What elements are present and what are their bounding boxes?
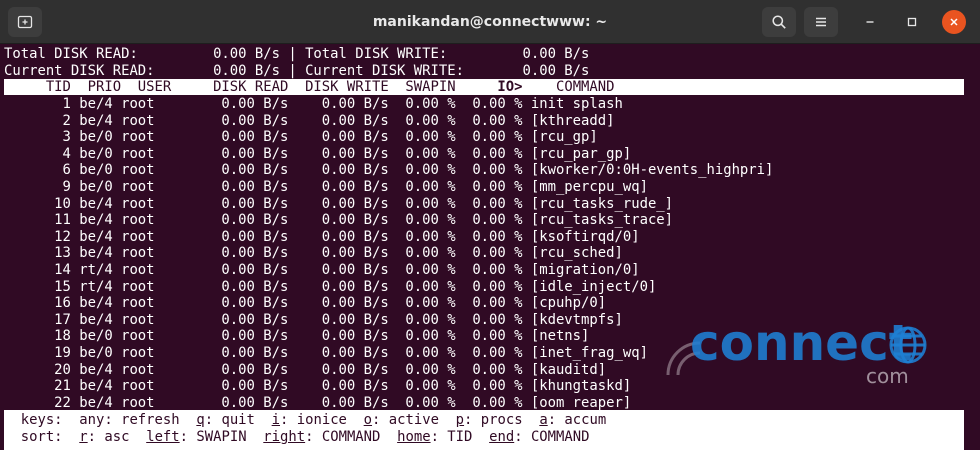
keys-help-line: keys: any: refresh q: quit i: ionice o: … <box>4 412 607 429</box>
minimize-icon <box>866 21 874 23</box>
title-bar: manikandan@connectwww: ~ <box>0 0 980 44</box>
process-row[interactable]: 12 be/4 root 0.00 B/s 0.00 B/s 0.00 % 0.… <box>4 229 639 246</box>
process-row[interactable]: 13 be/4 root 0.00 B/s 0.00 B/s 0.00 % 0.… <box>4 245 623 262</box>
new-tab-icon <box>17 15 33 29</box>
search-button[interactable] <box>762 7 796 37</box>
column-header-sorted-io: IO> <box>497 79 523 95</box>
help-key: home <box>397 429 431 445</box>
footer-help-bar: keys: any: refresh q: quit i: ionice o: … <box>4 410 964 450</box>
process-row[interactable]: 18 be/0 root 0.00 B/s 0.00 B/s 0.00 % 0.… <box>4 328 589 345</box>
column-header-bar: TID PRIO USER DISK READ DISK WRITE SWAPI… <box>4 79 964 95</box>
process-row[interactable]: 21 be/4 root 0.00 B/s 0.00 B/s 0.00 % 0.… <box>4 378 631 395</box>
terminal-window: manikandan@connectwww: ~ Total DISK READ… <box>0 0 980 450</box>
help-key: i <box>271 412 281 428</box>
process-row[interactable]: 14 rt/4 root 0.00 B/s 0.00 B/s 0.00 % 0.… <box>4 262 639 279</box>
help-key: left <box>146 429 180 445</box>
search-icon <box>772 15 786 29</box>
process-row[interactable]: 16 be/4 root 0.00 B/s 0.00 B/s 0.00 % 0.… <box>4 295 606 312</box>
minimize-button[interactable] <box>858 10 882 34</box>
help-text: : COMMAND <box>514 429 590 445</box>
current-disk-read-line: Current DISK READ: 0.00 B/s | Current DI… <box>4 62 590 79</box>
help-text: : TID <box>430 429 490 445</box>
help-key: r <box>79 429 88 445</box>
process-row[interactable]: 2 be/4 root 0.00 B/s 0.00 B/s 0.00 % 0.0… <box>4 113 615 130</box>
hamburger-menu-icon <box>816 17 826 27</box>
column-header: TID PRIO USER DISK READ DISK WRITE SWAPI… <box>4 79 615 96</box>
terminal-content[interactable]: Total DISK READ: 0.00 B/s | Total DISK W… <box>0 44 980 450</box>
help-key: end <box>489 429 515 445</box>
close-icon <box>950 18 958 26</box>
help-text: : ionice <box>280 412 364 428</box>
new-tab-button[interactable] <box>8 7 42 37</box>
process-row[interactable]: 15 rt/4 root 0.00 B/s 0.00 B/s 0.00 % 0.… <box>4 279 656 296</box>
process-row[interactable]: 19 be/0 root 0.00 B/s 0.00 B/s 0.00 % 0.… <box>4 345 648 362</box>
help-key: right <box>263 429 306 445</box>
column-header-command: COMMAND <box>522 79 615 95</box>
help-text: : asc <box>87 429 147 445</box>
process-row[interactable]: 9 be/0 root 0.00 B/s 0.00 B/s 0.00 % 0.0… <box>4 179 648 196</box>
process-row[interactable]: 22 be/4 root 0.00 B/s 0.00 B/s 0.00 % 0.… <box>4 395 631 412</box>
help-text: sort: <box>4 429 80 445</box>
total-disk-read-line: Total DISK READ: 0.00 B/s | Total DISK W… <box>4 46 590 62</box>
maximize-icon <box>907 17 917 27</box>
close-button[interactable] <box>942 10 966 34</box>
help-text: : procs <box>464 412 540 428</box>
process-row[interactable]: 11 be/4 root 0.00 B/s 0.00 B/s 0.00 % 0.… <box>4 212 673 229</box>
help-text: : SWAPIN <box>179 429 264 445</box>
help-key: q <box>196 412 205 428</box>
help-text: : COMMAND <box>305 429 398 445</box>
menu-button[interactable] <box>804 7 838 37</box>
help-text: : active <box>372 412 456 428</box>
process-row[interactable]: 17 be/4 root 0.00 B/s 0.00 B/s 0.00 % 0.… <box>4 312 623 329</box>
help-text: : accum <box>547 412 607 428</box>
column-header-main: TID PRIO USER DISK READ DISK WRITE SWAPI… <box>4 79 498 95</box>
help-text: keys: any: refresh <box>4 412 197 428</box>
help-key: p <box>455 412 465 428</box>
process-row[interactable]: 10 be/4 root 0.00 B/s 0.00 B/s 0.00 % 0.… <box>4 196 673 213</box>
sort-help-line: sort: r: asc left: SWAPIN right: COMMAND… <box>4 429 590 446</box>
process-row[interactable]: 1 be/4 root 0.00 B/s 0.00 B/s 0.00 % 0.0… <box>4 96 623 113</box>
help-key: o <box>363 412 373 428</box>
process-row[interactable]: 3 be/0 root 0.00 B/s 0.00 B/s 0.00 % 0.0… <box>4 129 598 146</box>
process-row[interactable]: 6 be/0 root 0.00 B/s 0.00 B/s 0.00 % 0.0… <box>4 162 774 179</box>
help-key: a <box>539 412 548 428</box>
process-row[interactable]: 4 be/0 root 0.00 B/s 0.00 B/s 0.00 % 0.0… <box>4 146 632 163</box>
maximize-button[interactable] <box>900 10 924 34</box>
help-text: : quit <box>204 412 272 428</box>
process-row[interactable]: 20 be/4 root 0.00 B/s 0.00 B/s 0.00 % 0.… <box>4 362 606 379</box>
